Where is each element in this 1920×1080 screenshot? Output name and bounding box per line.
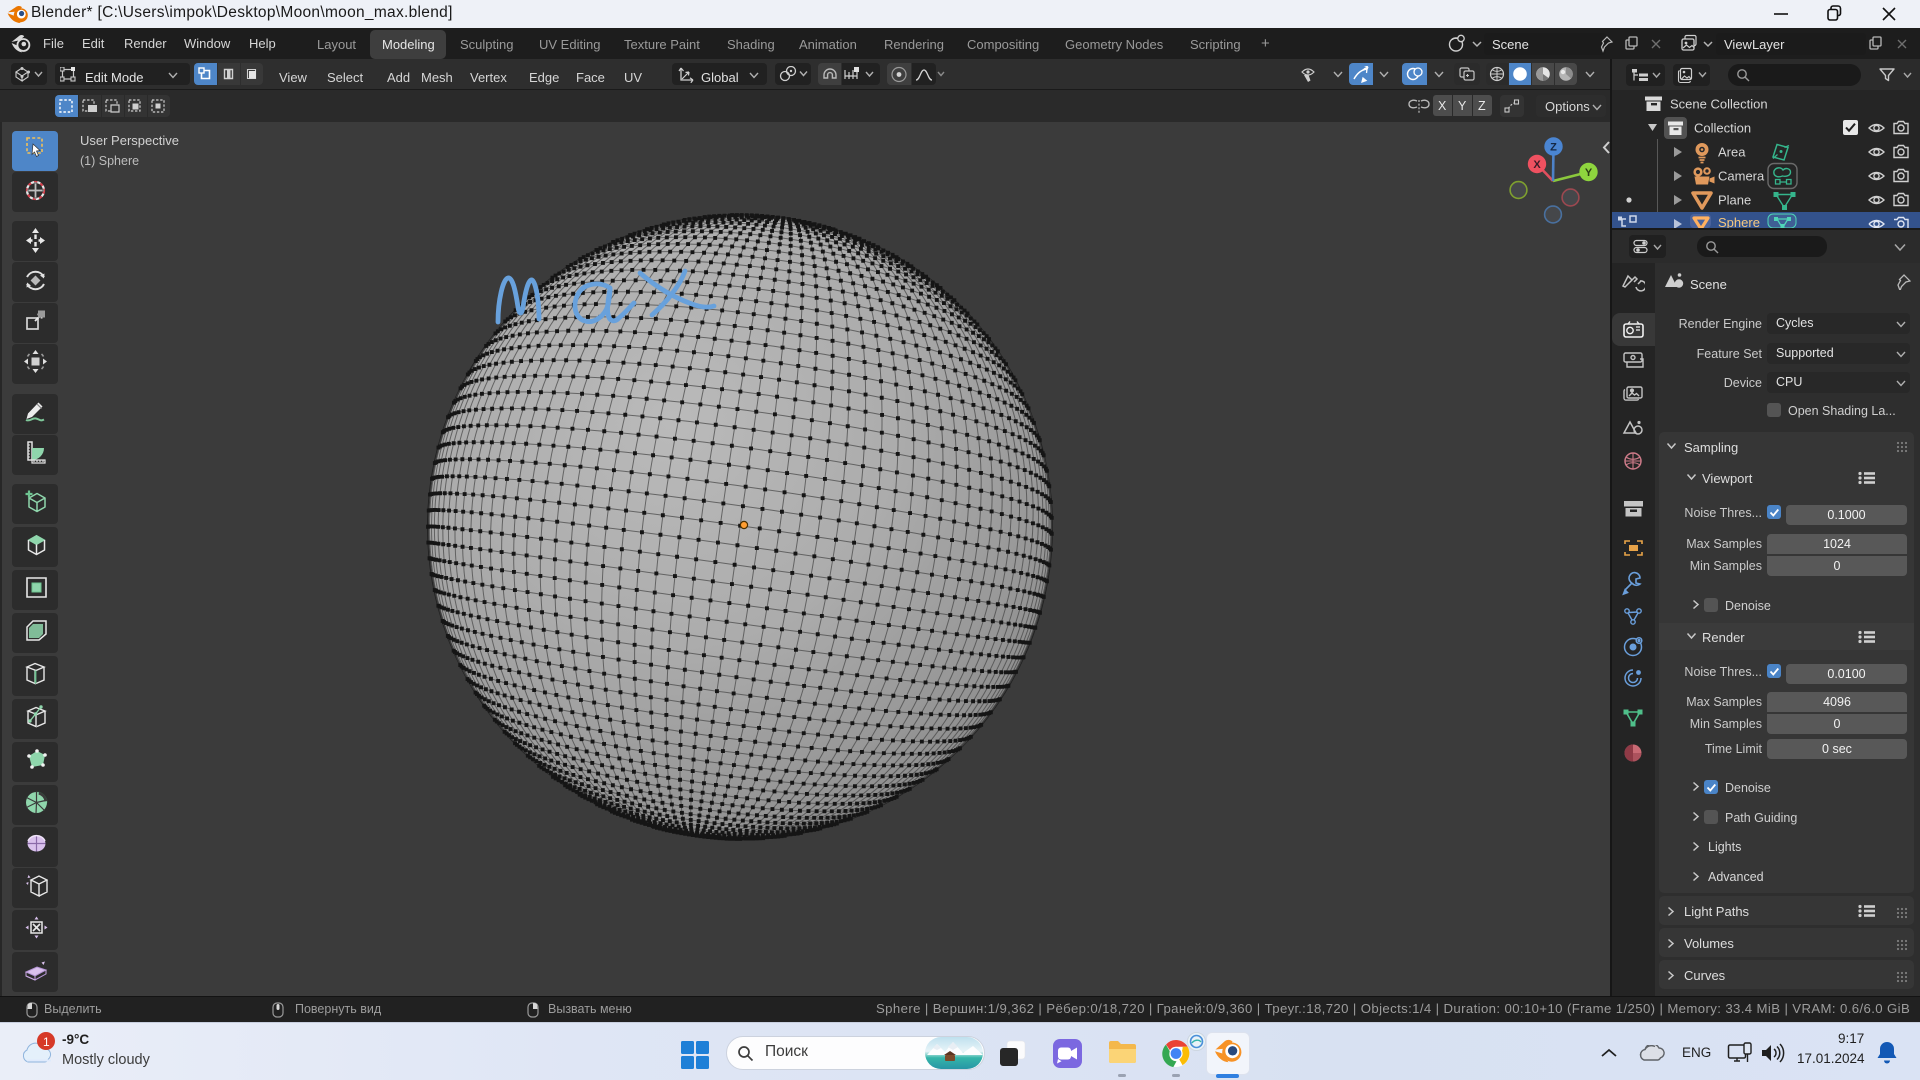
svg-text:Sphere: Sphere: [1718, 215, 1760, 228]
svg-text:Plane: Plane: [1718, 193, 1751, 208]
svg-text:X: X: [1533, 159, 1541, 171]
svg-text:Y: Y: [1585, 167, 1593, 179]
svg-text:Z: Z: [1550, 142, 1557, 154]
svg-text:Collection: Collection: [1694, 121, 1751, 136]
svg-text:Scene Collection: Scene Collection: [1670, 97, 1768, 112]
svg-text:Camera: Camera: [1718, 169, 1765, 184]
svg-text:Area: Area: [1718, 145, 1746, 160]
